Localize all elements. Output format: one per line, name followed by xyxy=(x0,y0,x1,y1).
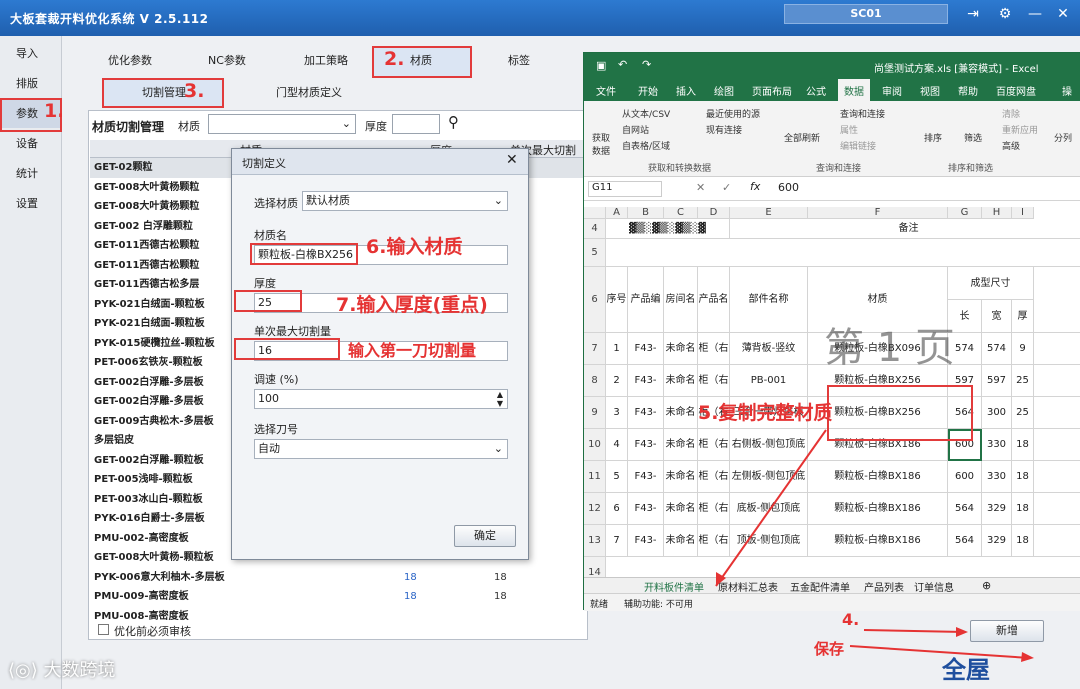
watermark-text: 大数跨境 xyxy=(43,660,116,681)
watermark: ⟨◎⟩ 大数跨境 xyxy=(8,656,115,682)
watermark-icon: ⟨◎⟩ xyxy=(8,660,44,681)
arrow-head xyxy=(1021,652,1034,662)
arrow-head xyxy=(956,627,968,637)
arrow-line xyxy=(863,629,965,633)
arrow-line xyxy=(715,429,827,587)
annotation-arrows xyxy=(715,429,1034,662)
brand-logo: 全屋 xyxy=(942,656,990,684)
arrow-line xyxy=(849,645,1031,659)
